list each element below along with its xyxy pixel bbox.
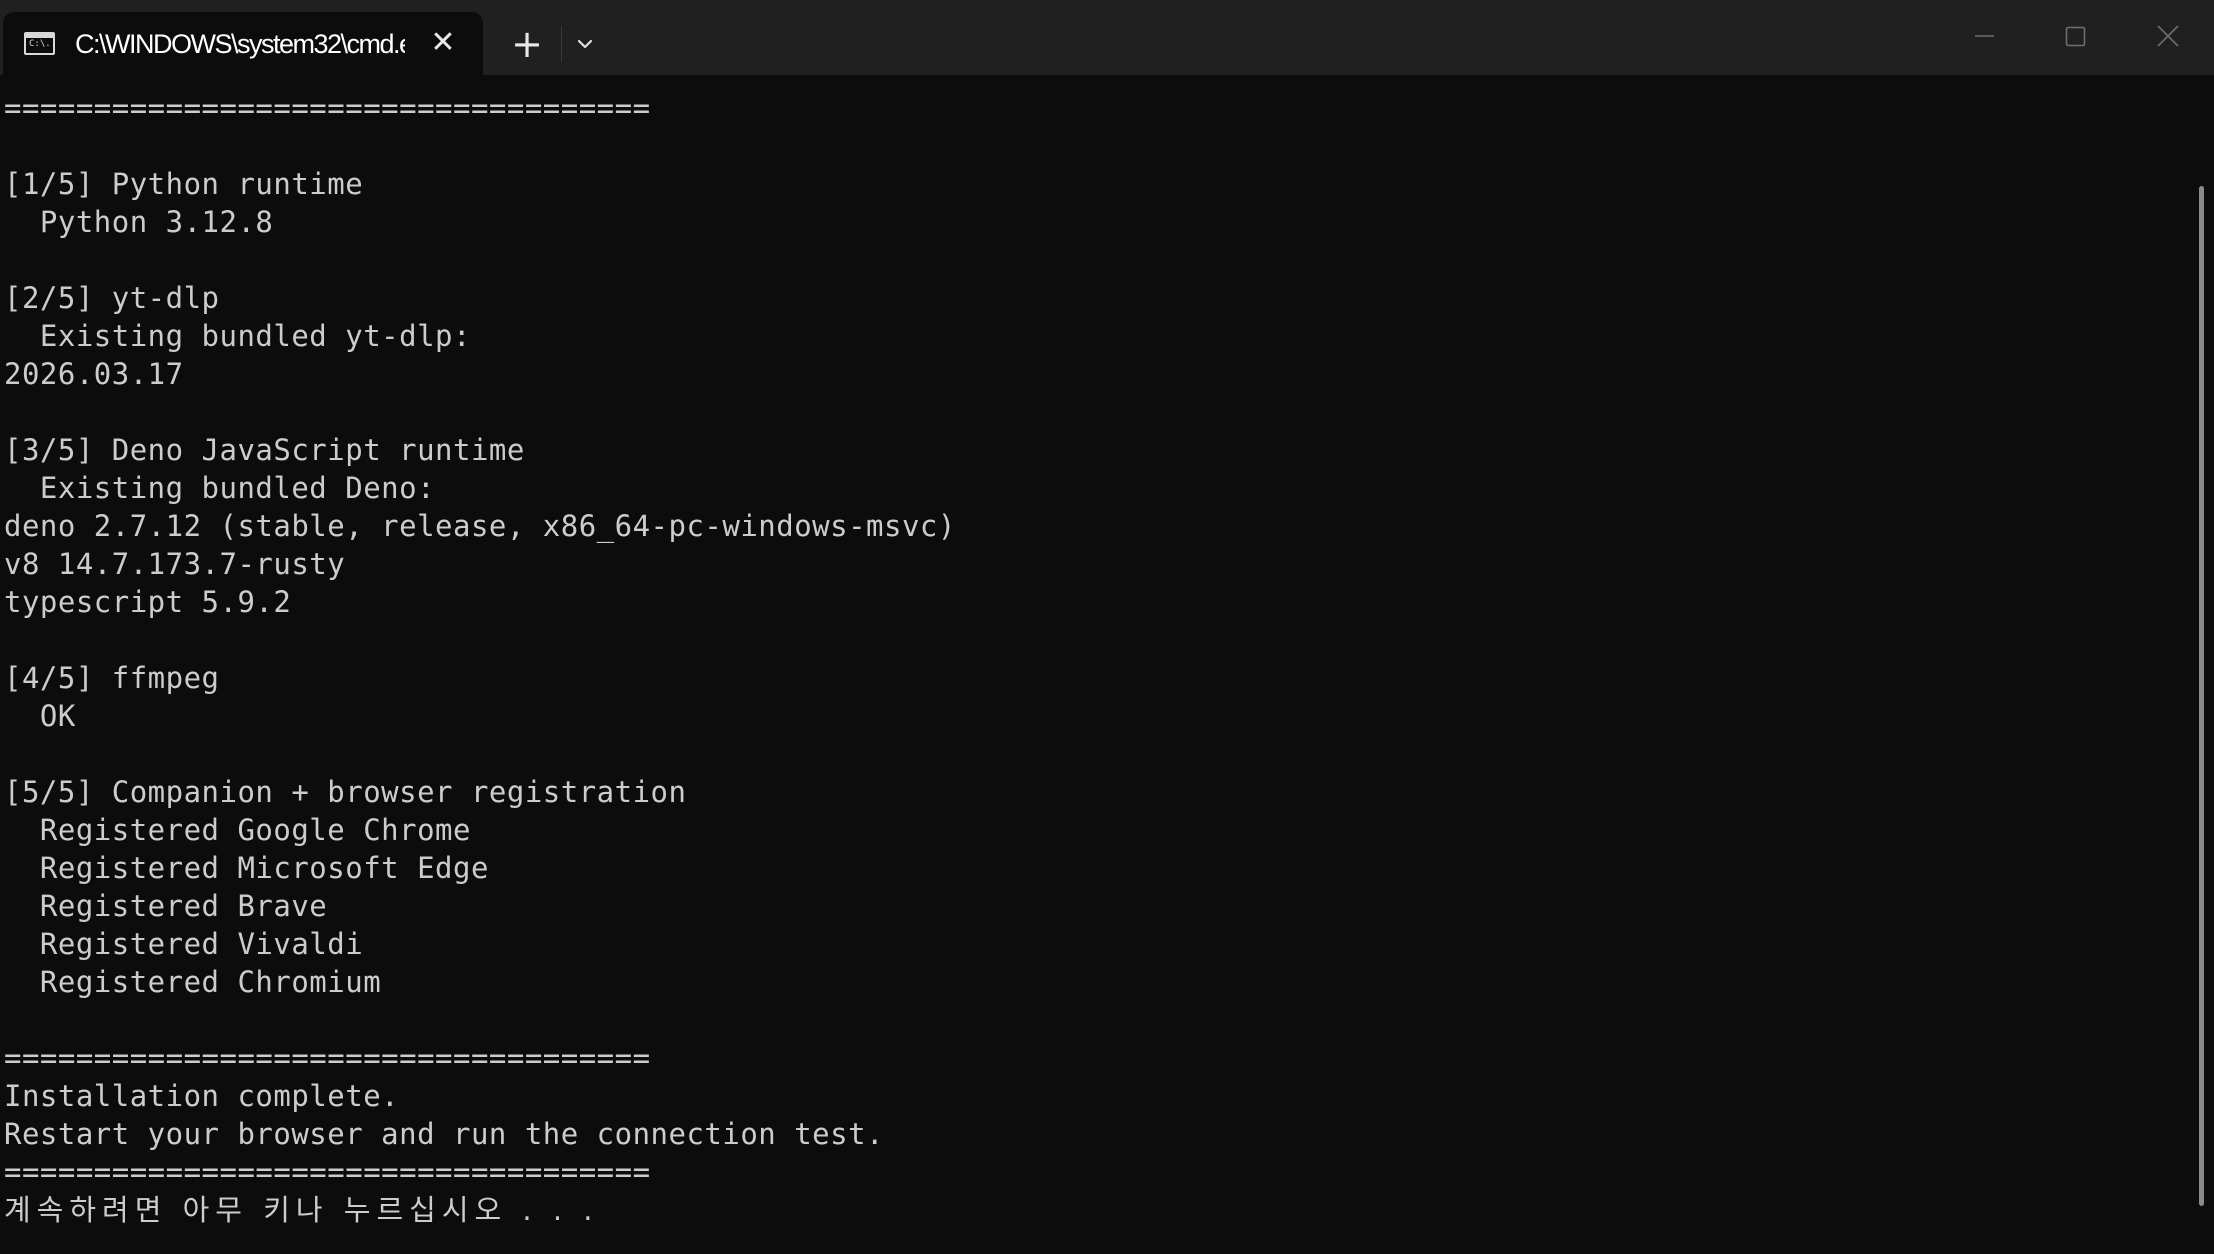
terminal-line: Registered Chromium: [4, 965, 382, 999]
minimize-button[interactable]: [1938, 0, 2030, 70]
terminal-line: ====================================: [4, 1155, 651, 1189]
terminal-prompt-line: 계속하려면 아무 키나 누르십시오 . . .: [4, 1193, 599, 1227]
close-tab-button[interactable]: ✕: [425, 25, 461, 61]
tab-title: C:\WINDOWS\system32\cmd.exe: [75, 29, 405, 59]
new-tab-button[interactable]: +: [505, 22, 549, 66]
terminal-line: v8 14.7.173.7-rusty: [4, 547, 346, 581]
terminal-line: [1/5] Python runtime: [4, 167, 364, 201]
terminal-line: OK: [4, 699, 76, 733]
terminal-line: [5/5] Companion + browser registration: [4, 775, 687, 809]
title-bar[interactable]: C:\. C:\WINDOWS\system32\cmd.exe ✕ +: [0, 0, 2214, 75]
minimize-icon: [1975, 35, 1994, 37]
tab-cmd[interactable]: C:\. C:\WINDOWS\system32\cmd.exe ✕: [3, 12, 483, 75]
terminal-line: [2/5] yt-dlp: [4, 281, 220, 315]
terminal-line: ====================================: [4, 1041, 651, 1075]
terminal-line: 2026.03.17: [4, 357, 184, 391]
terminal-line: ====================================: [4, 91, 651, 125]
terminal-line: [4/5] ffmpeg: [4, 661, 220, 695]
tab-separator: [561, 26, 562, 62]
scrollbar-thumb[interactable]: [2199, 186, 2204, 1206]
tab-dropdown-button[interactable]: [569, 26, 601, 62]
terminal-line: Installation complete.: [4, 1079, 400, 1113]
terminal-line: Python 3.12.8: [4, 205, 274, 239]
terminal-line: Registered Google Chrome: [4, 813, 471, 847]
terminal-line: typescript 5.9.2: [4, 585, 292, 619]
close-window-button[interactable]: [2122, 0, 2214, 70]
terminal-line: Restart your browser and run the connect…: [4, 1117, 885, 1151]
terminal-line: deno 2.7.12 (stable, release, x86_64-pc-…: [4, 509, 956, 543]
console-icon-label: C:\.: [29, 39, 51, 49]
terminal-line: Registered Vivaldi: [4, 927, 364, 961]
vertical-scrollbar[interactable]: [2180, 75, 2214, 1254]
maximize-button[interactable]: [2030, 0, 2122, 70]
maximize-icon: [2065, 26, 2086, 47]
chevron-down-icon: [577, 39, 593, 49]
terminal-window: C:\. C:\WINDOWS\system32\cmd.exe ✕ + ===…: [0, 0, 2214, 1254]
terminal-line: Registered Microsoft Edge: [4, 851, 489, 885]
console-icon: C:\.: [24, 32, 55, 55]
terminal-line: Registered Brave: [4, 889, 328, 923]
close-icon: [2157, 25, 2179, 47]
terminal-line: Existing bundled yt-dlp:: [4, 319, 471, 353]
terminal-output[interactable]: ==================================== [1/…: [0, 75, 2180, 1254]
terminal-line: [3/5] Deno JavaScript runtime: [4, 433, 525, 467]
terminal-line: Existing bundled Deno:: [4, 471, 436, 505]
